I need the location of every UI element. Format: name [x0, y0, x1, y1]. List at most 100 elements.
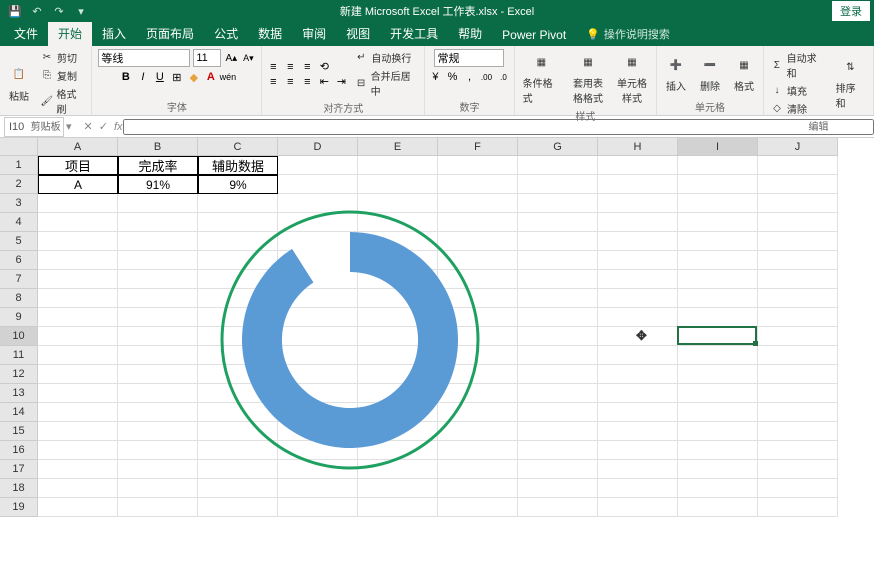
cell-I8[interactable] [678, 289, 758, 308]
cell-I4[interactable] [678, 213, 758, 232]
row-header-11[interactable]: 11 [0, 346, 38, 365]
row-header-10[interactable]: 10 [0, 327, 38, 346]
cell-H18[interactable] [598, 479, 678, 498]
increase-decimal-icon[interactable]: .00 [479, 70, 493, 84]
row-header-14[interactable]: 14 [0, 403, 38, 422]
comma-icon[interactable]: , [462, 70, 476, 84]
paste-button[interactable]: 📋 粘贴 [4, 62, 34, 105]
number-format-select[interactable] [434, 49, 504, 67]
cell-G5[interactable] [518, 232, 598, 251]
col-header-J[interactable]: J [758, 138, 838, 156]
merge-center-button[interactable]: ⊟合并后居中 [352, 67, 420, 99]
cell-G11[interactable] [518, 346, 598, 365]
cell-G16[interactable] [518, 441, 598, 460]
cell-A14[interactable] [38, 403, 118, 422]
cell-I6[interactable] [678, 251, 758, 270]
row-header-13[interactable]: 13 [0, 384, 38, 403]
cell-G12[interactable] [518, 365, 598, 384]
cell-A3[interactable] [38, 194, 118, 213]
cell-A9[interactable] [38, 308, 118, 327]
cell-B9[interactable] [118, 308, 198, 327]
row-header-3[interactable]: 3 [0, 194, 38, 213]
cell-I16[interactable] [678, 441, 758, 460]
phonetic-icon[interactable]: wén [221, 70, 235, 84]
cell-H5[interactable] [598, 232, 678, 251]
cell-A5[interactable] [38, 232, 118, 251]
cell-A8[interactable] [38, 289, 118, 308]
cell-B3[interactable] [118, 194, 198, 213]
cell-B17[interactable] [118, 460, 198, 479]
cell-D19[interactable] [278, 498, 358, 517]
percent-icon[interactable]: % [445, 70, 459, 84]
cut-button[interactable]: ✂剪切 [38, 49, 87, 66]
row-header-2[interactable]: 2 [0, 175, 38, 194]
cell-B8[interactable] [118, 289, 198, 308]
align-left-icon[interactable]: ≡ [266, 75, 280, 89]
cell-A13[interactable] [38, 384, 118, 403]
cell-J3[interactable] [758, 194, 838, 213]
row-header-16[interactable]: 16 [0, 441, 38, 460]
cell-A2[interactable]: A [38, 175, 118, 194]
cell-G18[interactable] [518, 479, 598, 498]
cell-H1[interactable] [598, 156, 678, 175]
row-header-9[interactable]: 9 [0, 308, 38, 327]
cell-H19[interactable] [598, 498, 678, 517]
cell-H17[interactable] [598, 460, 678, 479]
clear-button[interactable]: ◇清除 [768, 100, 828, 117]
cell-J18[interactable] [758, 479, 838, 498]
format-cells-button[interactable]: ▦格式 [729, 52, 759, 95]
cell-A18[interactable] [38, 479, 118, 498]
cell-E1[interactable] [358, 156, 438, 175]
col-header-C[interactable]: C [198, 138, 278, 156]
wrap-text-button[interactable]: ↵自动换行 [352, 49, 420, 66]
cell-I1[interactable] [678, 156, 758, 175]
cell-B14[interactable] [118, 403, 198, 422]
font-size-select[interactable] [193, 49, 221, 67]
cell-B5[interactable] [118, 232, 198, 251]
row-header-8[interactable]: 8 [0, 289, 38, 308]
font-name-select[interactable] [98, 49, 190, 67]
cell-D2[interactable] [278, 175, 358, 194]
cell-B1[interactable]: 完成率 [118, 156, 198, 175]
doughnut-chart[interactable] [218, 208, 482, 472]
tab-data[interactable]: 数据 [248, 21, 292, 46]
cell-J11[interactable] [758, 346, 838, 365]
cell-J1[interactable] [758, 156, 838, 175]
undo-icon[interactable]: ↶ [30, 4, 44, 18]
cell-J6[interactable] [758, 251, 838, 270]
col-header-F[interactable]: F [438, 138, 518, 156]
save-icon[interactable]: 💾 [8, 4, 22, 18]
row-header-15[interactable]: 15 [0, 422, 38, 441]
cell-C2[interactable]: 9% [198, 175, 278, 194]
cell-A12[interactable] [38, 365, 118, 384]
tab-layout[interactable]: 页面布局 [136, 21, 204, 46]
cell-C19[interactable] [198, 498, 278, 517]
select-all-corner[interactable] [0, 138, 38, 156]
cell-H6[interactable] [598, 251, 678, 270]
cell-J13[interactable] [758, 384, 838, 403]
align-bottom-icon[interactable]: ≡ [300, 60, 314, 74]
cell-H3[interactable] [598, 194, 678, 213]
col-header-G[interactable]: G [518, 138, 598, 156]
cell-G9[interactable] [518, 308, 598, 327]
decrease-font-icon[interactable]: A▾ [241, 51, 255, 65]
cell-B11[interactable] [118, 346, 198, 365]
cell-G15[interactable] [518, 422, 598, 441]
fx-icon[interactable]: fx [114, 121, 123, 133]
row-header-6[interactable]: 6 [0, 251, 38, 270]
increase-font-icon[interactable]: A▴ [224, 51, 238, 65]
row-header-1[interactable]: 1 [0, 156, 38, 175]
cell-H7[interactable] [598, 270, 678, 289]
cell-G14[interactable] [518, 403, 598, 422]
cell-G13[interactable] [518, 384, 598, 403]
qat-customize-icon[interactable]: ▾ [74, 4, 88, 18]
cell-B12[interactable] [118, 365, 198, 384]
cell-F18[interactable] [438, 479, 518, 498]
border-icon[interactable]: ⊞ [170, 70, 184, 84]
cell-I15[interactable] [678, 422, 758, 441]
cell-G17[interactable] [518, 460, 598, 479]
cell-D1[interactable] [278, 156, 358, 175]
insert-cells-button[interactable]: ➕插入 [661, 52, 691, 95]
tab-formulas[interactable]: 公式 [204, 21, 248, 46]
cell-F19[interactable] [438, 498, 518, 517]
